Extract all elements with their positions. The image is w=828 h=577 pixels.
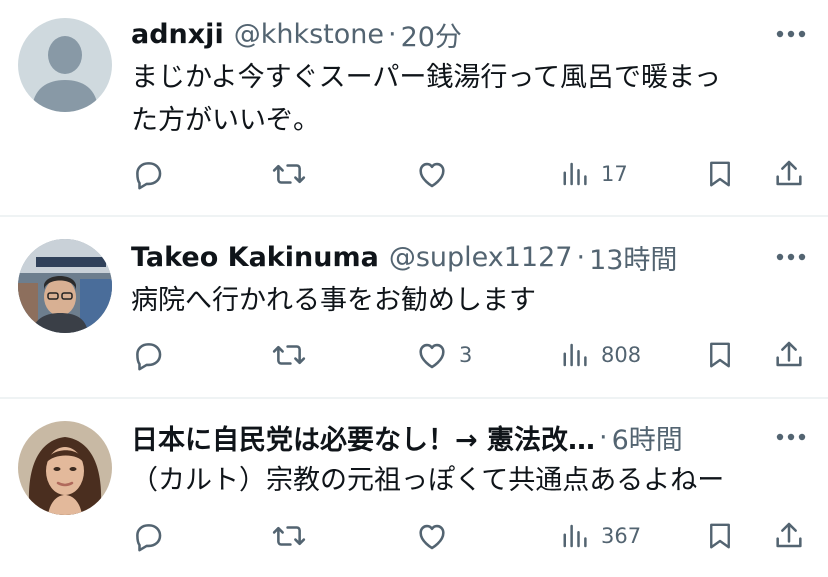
tweet-text-line: まじかよ今すぐスーパー銭湯行って風呂で暖まっ — [131, 62, 721, 93]
like-button[interactable] — [415, 516, 459, 556]
retweet-button[interactable] — [271, 516, 317, 556]
default-avatar-icon — [18, 18, 112, 112]
views-count: 17 — [601, 162, 628, 186]
like-icon — [419, 524, 445, 550]
avatar[interactable] — [18, 421, 112, 515]
more-icon[interactable] — [776, 24, 806, 44]
like-count: 3 — [459, 343, 473, 367]
bookmark-icon — [710, 161, 730, 187]
reply-tweet[interactable]: 日本に自民党は必要なし！→ 憲法改… · 6時間 （カルト）宗教の元祖っぽくて共… — [0, 399, 828, 577]
views-button[interactable]: 17 — [561, 154, 628, 194]
separator-dot: · — [576, 241, 586, 273]
views-icon — [563, 343, 587, 367]
photo-avatar-woman-icon — [18, 421, 112, 515]
reply-tweet[interactable]: adnxji @khkstone · 20分 まじかよ今すぐスーパー銭湯行って風… — [0, 0, 828, 215]
action-bar: 367 — [131, 516, 811, 556]
display-name[interactable]: Takeo Kakinuma — [131, 242, 379, 273]
share-button[interactable] — [773, 516, 805, 556]
bookmark-icon — [710, 342, 730, 368]
share-icon — [776, 160, 802, 186]
share-icon — [776, 341, 802, 367]
views-icon — [563, 162, 587, 186]
user-handle[interactable]: @suplex1127 — [389, 242, 573, 273]
tweet-header: 日本に自民党は必要なし！→ 憲法改… · 6時間 — [131, 417, 732, 457]
like-icon — [419, 343, 445, 369]
bookmark-icon — [710, 523, 730, 549]
reply-icon — [136, 162, 162, 190]
timestamp[interactable]: 20分 — [401, 15, 462, 54]
views-count: 808 — [601, 343, 642, 367]
separator-dot: · — [387, 18, 397, 50]
bookmark-button[interactable] — [705, 154, 735, 194]
reply-button[interactable] — [131, 154, 175, 194]
like-button[interactable] — [415, 154, 459, 194]
bookmark-button[interactable] — [705, 335, 735, 375]
user-handle[interactable]: @khkstone — [234, 19, 384, 50]
like-icon — [419, 162, 445, 188]
share-button[interactable] — [773, 335, 805, 375]
tweet-text: まじかよ今すぐスーパー銭湯行って風呂で暖まっ た方がいいぞ。 — [131, 56, 788, 142]
action-bar: 17 — [131, 154, 811, 194]
retweet-icon — [272, 345, 306, 365]
bookmark-button[interactable] — [705, 516, 735, 556]
more-icon[interactable] — [776, 247, 806, 267]
views-count: 367 — [601, 524, 642, 548]
avatar[interactable] — [18, 18, 112, 112]
separator-dot: · — [599, 421, 608, 453]
like-button[interactable]: 3 — [415, 335, 472, 375]
photo-avatar-man-icon — [18, 239, 112, 333]
tweet-text-line: た方がいいぞ。 — [131, 105, 320, 136]
more-icon[interactable] — [776, 427, 806, 447]
tweet-header: adnxji @khkstone · 20分 — [131, 14, 768, 54]
views-button[interactable]: 367 — [561, 516, 641, 556]
timestamp[interactable]: 6時間 — [612, 418, 683, 457]
tweet-text-line: 病院へ行かれる事をお勧めします — [131, 285, 536, 316]
tweet-header: Takeo Kakinuma @suplex1127 · 13時間 — [131, 237, 768, 277]
retweet-button[interactable] — [271, 154, 317, 194]
share-button[interactable] — [773, 154, 805, 194]
action-bar: 3 808 — [131, 335, 811, 375]
views-button[interactable]: 808 — [561, 335, 641, 375]
reply-button[interactable] — [131, 516, 175, 556]
reply-icon — [136, 524, 162, 552]
retweet-icon — [272, 164, 306, 184]
display-name[interactable]: 日本に自民党は必要なし！→ 憲法改… — [131, 418, 595, 457]
retweet-icon — [272, 526, 306, 546]
tweet-text: （カルト）宗教の元祖っぽくて共通点あるよねー — [131, 459, 788, 502]
avatar[interactable] — [18, 239, 112, 333]
reply-button[interactable] — [131, 335, 175, 375]
tweet-text: 病院へ行かれる事をお勧めします — [131, 279, 788, 322]
tweet-text-line: （カルト）宗教の元祖っぽくて共通点あるよねー — [131, 465, 725, 496]
retweet-button[interactable] — [271, 335, 317, 375]
views-icon — [563, 524, 587, 548]
reply-icon — [136, 343, 162, 371]
reply-tweet[interactable]: Takeo Kakinuma @suplex1127 · 13時間 病院へ行かれ… — [0, 217, 828, 397]
display-name[interactable]: adnxji — [131, 19, 224, 50]
share-icon — [776, 522, 802, 548]
timestamp[interactable]: 13時間 — [589, 238, 677, 277]
